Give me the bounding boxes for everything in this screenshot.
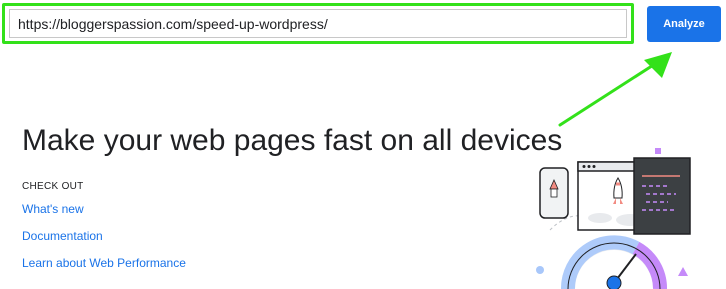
- phone-icon: [539, 167, 569, 219]
- documentation-link[interactable]: Documentation: [22, 229, 103, 243]
- web-performance-link[interactable]: Learn about Web Performance: [22, 256, 186, 270]
- decor-triangle-icon: [678, 267, 688, 276]
- analyze-button[interactable]: Analyze: [647, 6, 721, 42]
- whats-new-link[interactable]: What's new: [22, 202, 84, 216]
- url-input[interactable]: [9, 9, 627, 38]
- decor-dot-icon: [536, 266, 544, 274]
- decor-square-icon: [655, 148, 661, 154]
- speed-gauge-icon: [560, 235, 667, 289]
- code-panel-icon: [633, 157, 691, 235]
- page-headline: Make your web pages fast on all devices: [22, 124, 563, 157]
- green-arrow-icon: [558, 52, 672, 127]
- url-highlight-frame: [2, 3, 634, 44]
- check-out-heading: CHECK OUT: [22, 181, 84, 192]
- speed-illustration: [536, 148, 691, 289]
